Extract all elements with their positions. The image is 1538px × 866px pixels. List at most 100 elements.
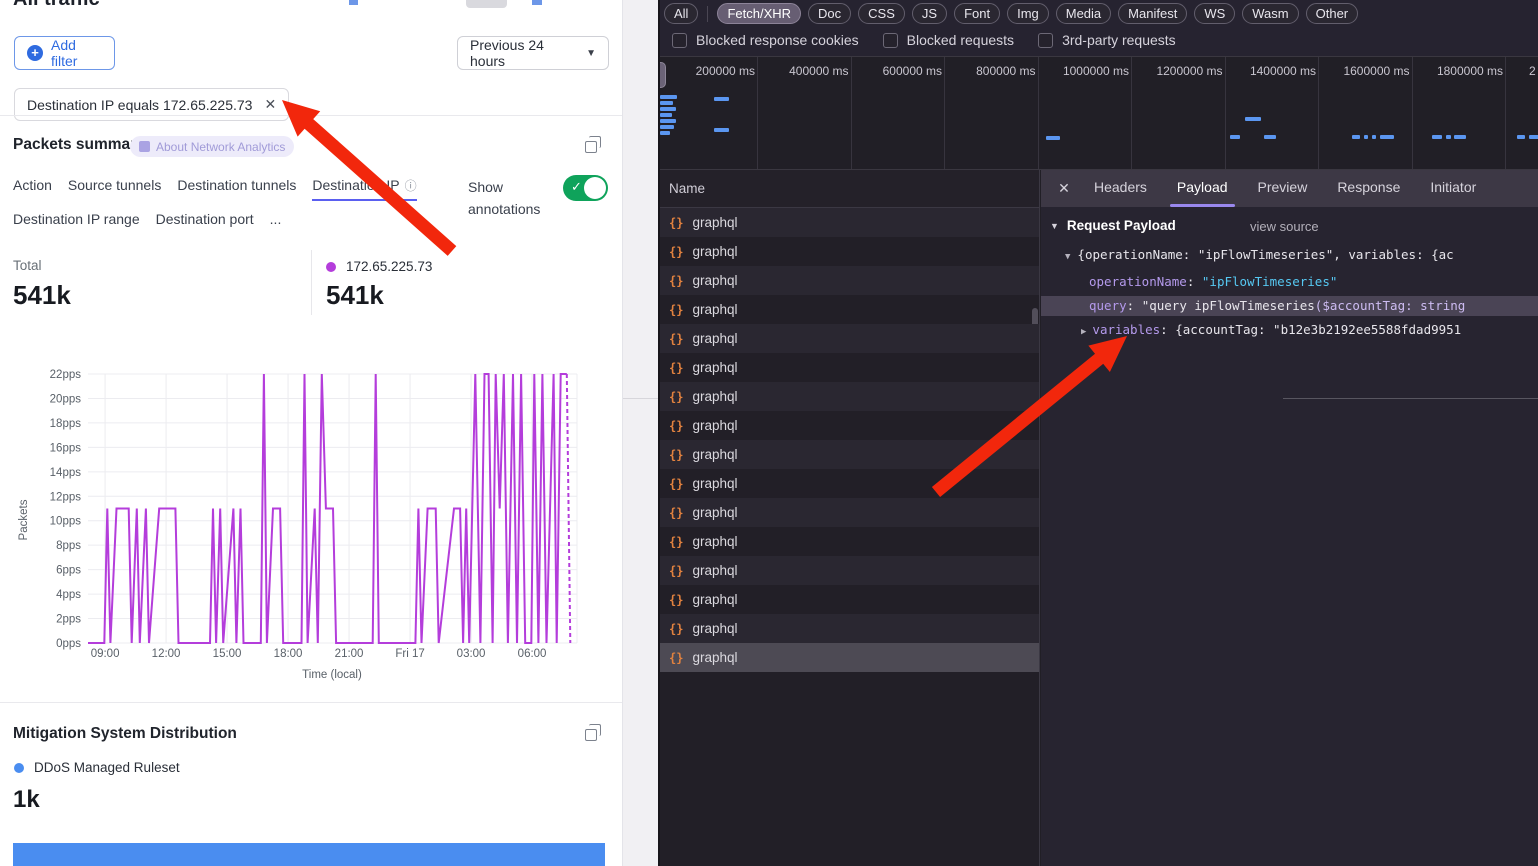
request-row[interactable]: {}graphql xyxy=(660,527,1039,556)
svg-text:09:00: 09:00 xyxy=(91,648,120,660)
request-name: graphql xyxy=(692,418,737,433)
request-name: graphql xyxy=(692,447,737,462)
divider xyxy=(0,115,623,116)
request-row[interactable]: {}graphql xyxy=(660,643,1039,672)
request-row[interactable]: {}graphql xyxy=(660,324,1039,353)
waterfall-request-bar xyxy=(660,125,674,129)
filter-pill-img[interactable]: Img xyxy=(1007,3,1049,24)
tab-destination-tunnels[interactable]: Destination tunnels xyxy=(177,177,296,201)
payload-row-query[interactable]: query: "query ipFlowTimeseries($accountT… xyxy=(1041,296,1538,316)
mitigation-legend: DDoS Managed Ruleset xyxy=(14,760,180,775)
tab-label: Action xyxy=(13,177,52,193)
request-payload-section[interactable]: ▼ Request Payload xyxy=(1050,218,1176,233)
about-network-analytics-badge[interactable]: About Network Analytics xyxy=(130,136,294,157)
filter-pill-media[interactable]: Media xyxy=(1056,3,1111,24)
payload-value: "query ipFlowTimeseries xyxy=(1142,298,1315,313)
request-row[interactable]: {}graphql xyxy=(660,237,1039,266)
request-name: graphql xyxy=(692,563,737,578)
view-source-link[interactable]: view source xyxy=(1250,219,1319,234)
filter-chip-label: Destination IP equals 172.65.225.73 xyxy=(27,97,252,113)
filter-chip[interactable]: Destination IP equals 172.65.225.73 ✕ xyxy=(14,88,289,121)
window-gutter xyxy=(623,0,658,866)
ruler-divider xyxy=(1038,57,1039,170)
detail-tab-headers[interactable]: Headers xyxy=(1081,170,1160,207)
filter-pill-font[interactable]: Font xyxy=(954,3,1000,24)
analytics-panel: All traffic + Add filter Previous 24 hou… xyxy=(0,0,623,866)
detail-tab-preview[interactable]: Preview xyxy=(1245,170,1321,207)
request-row[interactable]: {}graphql xyxy=(660,353,1039,382)
checkbox-icon[interactable] xyxy=(1038,33,1053,48)
filter-pill-other[interactable]: Other xyxy=(1306,3,1359,24)
close-icon[interactable]: ✕ xyxy=(1051,180,1077,197)
expand-panel-icon[interactable] xyxy=(585,729,597,741)
request-row[interactable]: {}graphql xyxy=(660,469,1039,498)
filter-pill-wasm[interactable]: Wasm xyxy=(1242,3,1298,24)
checkbox-icon[interactable] xyxy=(672,33,687,48)
payload-preview-line[interactable]: ▼{operationName: "ipFlowTimeseries", var… xyxy=(1065,247,1454,262)
detail-tab-initiator[interactable]: Initiator xyxy=(1417,170,1489,207)
request-name: graphql xyxy=(692,592,737,607)
request-row[interactable]: {}graphql xyxy=(660,614,1039,643)
annotations-toggle[interactable]: ✓ xyxy=(563,175,608,201)
remove-filter-icon[interactable]: ✕ xyxy=(264,96,276,113)
payload-colon: : xyxy=(1160,322,1175,337)
filter-pill-all[interactable]: All xyxy=(664,3,698,24)
detail-tab-response[interactable]: Response xyxy=(1324,170,1413,207)
payload-row-variables[interactable]: ▶variables: {accountTag: "b12e3b2192ee55… xyxy=(1041,320,1538,340)
expand-triangle-icon[interactable]: ▶ xyxy=(1081,327,1086,337)
tab-destination-ip[interactable]: Destination IPⓘ xyxy=(312,177,416,201)
ruler-divider xyxy=(1225,57,1226,170)
payload-row-operationName[interactable]: operationName: "ipFlowTimeseries" xyxy=(1041,272,1538,292)
json-braces-icon: {} xyxy=(669,622,683,636)
filter-pill-manifest[interactable]: Manifest xyxy=(1118,3,1187,24)
svg-text:6pps: 6pps xyxy=(56,565,81,577)
expand-panel-icon[interactable] xyxy=(585,141,597,153)
waterfall-request-bar xyxy=(1380,135,1394,139)
waterfall-request-bar xyxy=(1372,135,1376,139)
ruler-tick-label: 600000 ms xyxy=(883,64,942,78)
tab--[interactable]: ... xyxy=(270,211,282,234)
chevron-down-icon: ▼ xyxy=(586,48,596,59)
request-row[interactable]: {}graphql xyxy=(660,411,1039,440)
svg-text:12:00: 12:00 xyxy=(152,648,181,660)
payload-key: operationName xyxy=(1089,274,1187,289)
payload-row-text: ▶variables: {accountTag: "b12e3b2192ee55… xyxy=(1081,322,1461,337)
time-range-dropdown[interactable]: Previous 24 hours ▼ xyxy=(457,36,609,70)
request-row[interactable]: {}graphql xyxy=(660,498,1039,527)
add-filter-button[interactable]: + Add filter xyxy=(14,36,115,70)
stat-ip-legend: 172.65.225.73 xyxy=(326,259,432,274)
waterfall-request-bar xyxy=(1454,135,1466,139)
filter-pill-js[interactable]: JS xyxy=(912,3,947,24)
filter-pill-ws[interactable]: WS xyxy=(1194,3,1235,24)
divider xyxy=(0,702,623,703)
request-row[interactable]: {}graphql xyxy=(660,208,1039,237)
tab-action[interactable]: Action xyxy=(13,177,52,201)
waterfall-request-bar xyxy=(1517,135,1525,139)
checkbox-label: Blocked response cookies xyxy=(696,32,859,48)
packets-timeseries-chart: 0pps2pps4pps6pps8pps10pps12pps14pps16pps… xyxy=(0,360,623,700)
name-column-header[interactable]: Name xyxy=(660,170,1040,208)
request-row[interactable]: {}graphql xyxy=(660,266,1039,295)
request-row[interactable]: {}graphql xyxy=(660,556,1039,585)
ruler-tick-label: 1000000 ms xyxy=(1063,64,1129,78)
toggle-knob xyxy=(584,177,606,199)
filter-pill-fetch-xhr[interactable]: Fetch/XHR xyxy=(717,3,801,24)
detail-tab-payload[interactable]: Payload xyxy=(1164,170,1241,207)
tab-destination-port[interactable]: Destination port xyxy=(156,211,254,234)
book-icon xyxy=(139,141,150,152)
request-row[interactable]: {}graphql xyxy=(660,585,1039,614)
request-row[interactable]: {}graphql xyxy=(660,382,1039,411)
cropped-toolbar-fragment xyxy=(349,0,358,5)
ruler-tick-label: 2 xyxy=(1529,64,1536,78)
request-row[interactable]: {}graphql xyxy=(660,440,1039,469)
cropped-toolbar-fragment xyxy=(466,0,507,8)
request-row[interactable]: {}graphql xyxy=(660,295,1039,324)
payload-key: variables xyxy=(1092,322,1160,337)
filter-pill-css[interactable]: CSS xyxy=(858,3,905,24)
checkbox-icon[interactable] xyxy=(883,33,898,48)
svg-text:22pps: 22pps xyxy=(50,369,82,381)
timeline-drag-handle[interactable] xyxy=(660,62,666,88)
filter-pill-doc[interactable]: Doc xyxy=(808,3,851,24)
tab-source-tunnels[interactable]: Source tunnels xyxy=(68,177,161,201)
tab-destination-ip-range[interactable]: Destination IP range xyxy=(13,211,140,234)
